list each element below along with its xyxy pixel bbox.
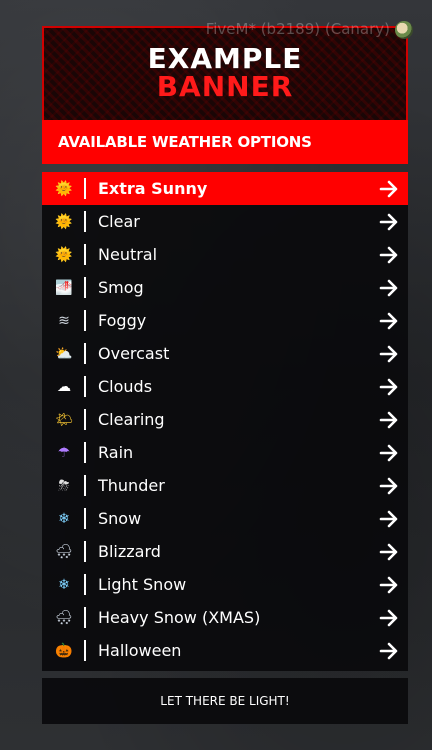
- menu-item-label: Halloween: [98, 641, 182, 660]
- item-divider: [84, 343, 86, 364]
- item-divider: [84, 244, 86, 265]
- item-divider: [84, 475, 86, 496]
- menu-item-label: Heavy Snow (XMAS): [98, 608, 261, 627]
- sun-behind-small-cloud-icon: 🌤: [55, 411, 73, 428]
- weather-menu: EXAMPLE BANNER AVAILABLE WEATHER OPTIONS…: [42, 26, 408, 724]
- menu-item-label: Blizzard: [98, 542, 161, 561]
- menu-item-label: Extra Sunny: [98, 179, 208, 198]
- fog-icon: ≋: [58, 312, 70, 329]
- menu-subtitle-bar: AVAILABLE WEATHER OPTIONS: [42, 120, 408, 164]
- item-divider: [84, 310, 86, 331]
- smog-icon: 🌁: [55, 279, 73, 296]
- menu-item-label: Smog: [98, 278, 144, 297]
- menu-item-label: Neutral: [98, 245, 158, 264]
- menu-footer: LET THERE BE LIGHT!: [42, 678, 408, 724]
- sun-icon: 🌞: [55, 213, 73, 230]
- umbrella-icon: ☂: [57, 444, 71, 461]
- thunder-cloud-icon: ⛈: [58, 477, 70, 494]
- arrow-right-icon: [379, 246, 398, 263]
- arrow-right-icon: [379, 180, 398, 197]
- avatar: [395, 21, 413, 39]
- menu-item-foggy[interactable]: ≋ Foggy: [42, 304, 408, 337]
- item-divider: [84, 640, 86, 661]
- item-divider: [84, 574, 86, 595]
- banner-title-line2: BANNER: [156, 70, 294, 103]
- arrow-right-icon: [379, 609, 398, 626]
- sun-icon: 🌞: [55, 246, 73, 263]
- arrow-right-icon: [379, 411, 398, 428]
- menu-item-label: Foggy: [98, 311, 147, 330]
- arrow-right-icon: [379, 576, 398, 593]
- arrow-right-icon: [379, 213, 398, 230]
- menu-item-clouds[interactable]: ☁ Clouds: [42, 370, 408, 403]
- menu-item-label: Overcast: [98, 344, 170, 363]
- snowflake-icon: ❄: [58, 576, 70, 593]
- menu-item-extra-sunny[interactable]: 🌞 Extra Sunny: [42, 172, 408, 205]
- menu-item-neutral[interactable]: 🌞 Neutral: [42, 238, 408, 271]
- pumpkin-icon: 🎃: [55, 642, 73, 659]
- menu-item-thunder[interactable]: ⛈ Thunder: [42, 469, 408, 502]
- menu-item-rain[interactable]: ☂ Rain: [42, 436, 408, 469]
- arrow-right-icon: [379, 642, 398, 659]
- menu-item-light-snow[interactable]: ❄ Light Snow: [42, 568, 408, 601]
- menu-banner: EXAMPLE BANNER: [42, 26, 408, 120]
- arrow-right-icon: [379, 543, 398, 560]
- arrow-right-icon: [379, 444, 398, 461]
- menu-item-label: Rain: [98, 443, 134, 462]
- menu-item-clear[interactable]: 🌞 Clear: [42, 205, 408, 238]
- menu-subtitle: AVAILABLE WEATHER OPTIONS: [58, 133, 312, 151]
- arrow-right-icon: [379, 345, 398, 362]
- menu-item-label: Clearing: [98, 410, 165, 429]
- menu-item-snow[interactable]: ❄ Snow: [42, 502, 408, 535]
- item-divider: [84, 211, 86, 232]
- menu-list: 🌞 Extra Sunny 🌞 Clear 🌞 Neutral 🌁 Smog ≋ Foggy ⛅ Ov…: [42, 172, 408, 671]
- arrow-right-icon: [379, 279, 398, 296]
- item-divider: [84, 541, 86, 562]
- item-divider: [84, 277, 86, 298]
- arrow-right-icon: [379, 477, 398, 494]
- menu-footer-description: LET THERE BE LIGHT!: [160, 694, 290, 708]
- arrow-right-icon: [379, 312, 398, 329]
- cloud-icon: ☁: [57, 378, 71, 395]
- snowflake-icon: ❄: [58, 510, 70, 527]
- sun-behind-cloud-icon: ⛅: [55, 345, 73, 362]
- item-divider: [84, 607, 86, 628]
- arrow-right-icon: [379, 510, 398, 527]
- menu-item-blizzard[interactable]: 🌨 Blizzard: [42, 535, 408, 568]
- snow-cloud-icon: 🌨: [55, 543, 73, 560]
- item-divider: [84, 409, 86, 430]
- item-divider: [84, 178, 86, 199]
- item-divider: [84, 442, 86, 463]
- snow-cloud-icon: 🌨: [55, 609, 73, 626]
- menu-item-overcast[interactable]: ⛅ Overcast: [42, 337, 408, 370]
- menu-item-label: Thunder: [98, 476, 165, 495]
- menu-item-clearing[interactable]: 🌤 Clearing: [42, 403, 408, 436]
- item-divider: [84, 508, 86, 529]
- menu-item-halloween[interactable]: 🎃 Halloween: [42, 634, 408, 667]
- menu-item-label: Light Snow: [98, 575, 187, 594]
- menu-item-smog[interactable]: 🌁 Smog: [42, 271, 408, 304]
- item-divider: [84, 376, 86, 397]
- arrow-right-icon: [379, 378, 398, 395]
- sun-icon: 🌞: [55, 180, 73, 197]
- fivem-watermark: FiveM* (b2189) (Canary): [205, 20, 390, 38]
- menu-item-heavy-snow-xmas[interactable]: 🌨 Heavy Snow (XMAS): [42, 601, 408, 634]
- menu-item-label: Clouds: [98, 377, 153, 396]
- menu-item-label: Snow: [98, 509, 142, 528]
- menu-item-label: Clear: [98, 212, 140, 231]
